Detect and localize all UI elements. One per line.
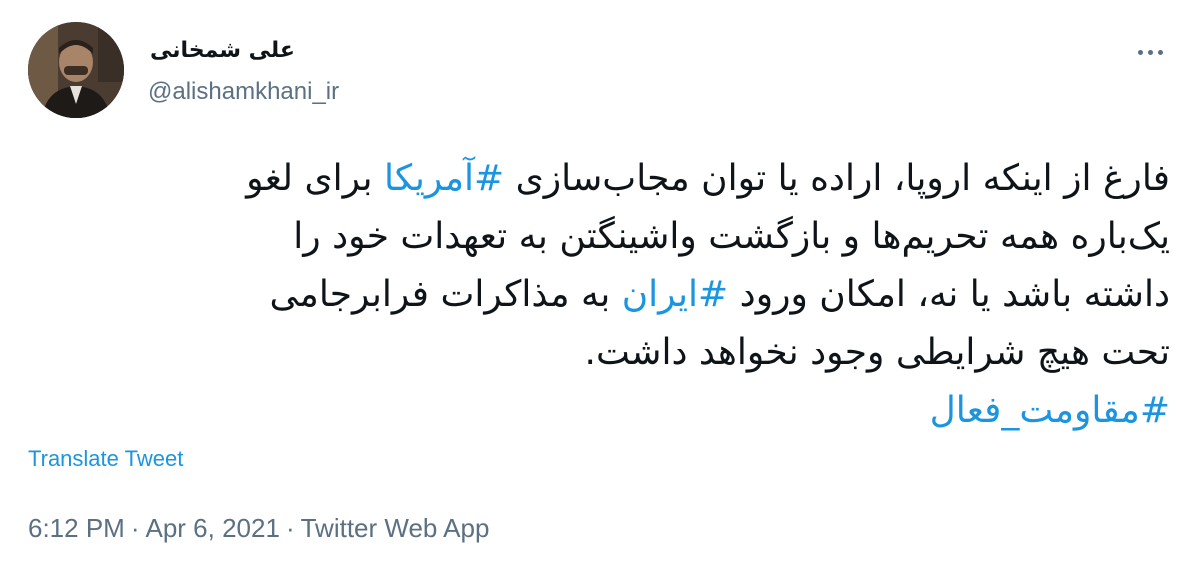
tweet-source[interactable]: Twitter Web App xyxy=(301,513,490,543)
translate-tweet-link[interactable]: Translate Tweet xyxy=(28,446,183,472)
tweet-line: تحت هیچ شرایطی وجود نخواهد داشت. xyxy=(20,324,1171,382)
tweet-line: داشته باشد یا نه، امکان ورود #ایران به م… xyxy=(20,266,1170,324)
more-dot-icon xyxy=(1137,49,1143,55)
tweet-metadata: 6:12 PM · Apr 6, 2021 · Twitter Web App xyxy=(28,513,489,544)
tweet-line: یک‌باره همه تحریم‌ها و بازگشت واشینگتن ب… xyxy=(20,208,1170,266)
tweet-text-segment: به مذاکرات فرابرجامی xyxy=(269,274,622,315)
tweet-text-segment: داشته باشد یا نه، امکان ورود xyxy=(728,274,1170,315)
tweet-text-segment: برای لغو xyxy=(246,158,384,199)
author-handle[interactable]: @alishamkhani_ir xyxy=(148,78,339,106)
more-dot-icon xyxy=(1157,49,1163,55)
avatar[interactable] xyxy=(28,22,124,118)
hashtag-link[interactable]: #مقاومت_فعال xyxy=(930,390,1170,431)
hashtag-link[interactable]: #ایران xyxy=(622,274,729,315)
tweet-text: فارغ از اینکه اروپا، اراده یا توان مجاب‌… xyxy=(20,150,1170,440)
tweet-line: #مقاومت_فعال xyxy=(20,382,1170,440)
profile-photo xyxy=(28,22,124,118)
separator: · xyxy=(130,513,140,543)
tweet-date[interactable]: Apr 6, 2021 xyxy=(146,513,280,543)
tweet-text-segment: تحت هیچ شرایطی وجود نخواهد داشت. xyxy=(584,332,1171,373)
tweet-text-segment: فارغ از اینکه اروپا، اراده یا توان مجاب‌… xyxy=(504,158,1170,199)
tweet-time[interactable]: 6:12 PM xyxy=(28,513,125,543)
author-display-name[interactable]: علی شمخانی xyxy=(150,38,295,63)
tweet-card: علی شمخانی @alishamkhani_ir فارغ از اینک… xyxy=(0,0,1200,583)
hashtag-link[interactable]: #آمریکا xyxy=(384,158,504,199)
tweet-line: فارغ از اینکه اروپا، اراده یا توان مجاب‌… xyxy=(20,150,1170,208)
separator: · xyxy=(285,513,295,543)
more-options-button[interactable] xyxy=(1130,40,1170,64)
tweet-text-segment: یک‌باره همه تحریم‌ها و بازگشت واشینگتن ب… xyxy=(293,216,1170,257)
more-dot-icon xyxy=(1147,49,1153,55)
